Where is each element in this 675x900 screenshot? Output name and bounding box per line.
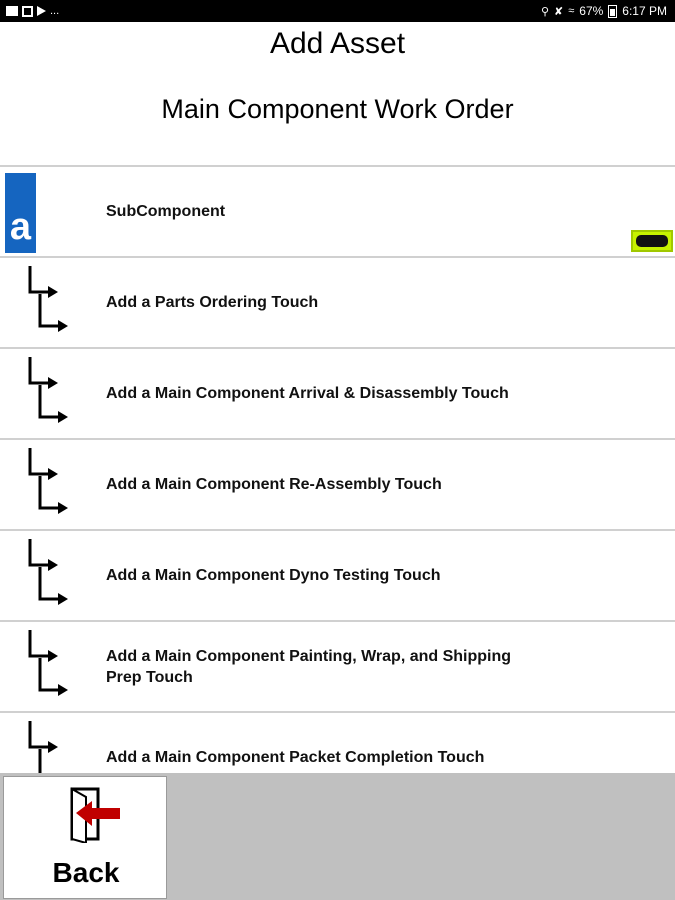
page-title: Add Asset — [269, 27, 406, 60]
status-bar: ... ⚲ ✘ ≈ 67% 6:17 PM — [0, 0, 675, 22]
exit-arrow-icon — [70, 787, 120, 843]
mute-icon: ✘ — [554, 5, 564, 18]
flag-icon — [22, 5, 33, 17]
page-subtitle: Main Component Work Order — [161, 94, 514, 124]
branch-arrow-icon — [28, 266, 68, 332]
branch-arrow-icon — [28, 539, 68, 605]
clock: 6:17 PM — [622, 4, 667, 18]
list-item-label: Add a Main Component Re-Assembly Touch — [106, 476, 442, 493]
battery-percent: 67% — [579, 4, 604, 18]
branch-arrow-icon — [28, 630, 68, 696]
footer-bar: Back — [0, 773, 675, 900]
list-item-painting-wrap-shipping-touch[interactable]: Add a Main Component Painting, Wrap, and… — [0, 622, 675, 713]
back-label: Back — [52, 857, 120, 888]
branch-arrow-icon — [28, 357, 68, 423]
image-icon — [6, 6, 18, 16]
list-item-dyno-testing-touch[interactable]: Add a Main Component Dyno Testing Touch — [0, 531, 675, 622]
page-header: Add Asset Main Component Work Order — [0, 22, 675, 165]
app-logo-letter: a — [9, 206, 32, 248]
location-icon: ⚲ — [540, 5, 549, 18]
list-item-label: Add a Main Component Dyno Testing Touch — [106, 567, 441, 584]
overflow-dots: ... — [50, 5, 60, 17]
list-item-label: Add a Main Component Packet Completion T… — [106, 749, 485, 766]
list-item-packet-completion-touch[interactable]: Add a Main Component Packet Completion T… — [0, 713, 675, 773]
list-item-label: Add a Main Component Arrival & Disassemb… — [106, 385, 509, 402]
list-item-parts-ordering-touch[interactable]: Add a Parts Ordering Touch — [0, 258, 675, 349]
play-store-icon — [37, 6, 46, 16]
list-item-arrival-disassembly-touch[interactable]: Add a Main Component Arrival & Disassemb… — [0, 349, 675, 440]
branch-arrow-icon — [28, 448, 68, 514]
battery-icon — [608, 4, 618, 18]
wifi-icon: ≈ — [568, 5, 575, 17]
list-item-re-assembly-touch[interactable]: Add a Main Component Re-Assembly Touch — [0, 440, 675, 531]
list-item-label: SubComponent — [106, 203, 226, 220]
app-logo-icon: a — [5, 173, 36, 253]
status-right: ⚲ ✘ ≈ 67% 6:17 PM — [541, 3, 667, 19]
list-item-subcomponent[interactable]: a SubComponent — [0, 167, 675, 258]
back-button[interactable]: Back — [3, 776, 167, 899]
status-left: ... — [6, 3, 59, 19]
list-item-label: Add a Parts Ordering Touch — [106, 294, 319, 311]
branch-arrow-icon — [28, 721, 58, 773]
battery-badge-icon — [631, 230, 673, 252]
list-item-label: Add a Main Component Painting, Wrap, and… — [106, 647, 512, 686]
asset-list: a SubComponent Add a Parts Ordering Touc… — [0, 165, 675, 773]
